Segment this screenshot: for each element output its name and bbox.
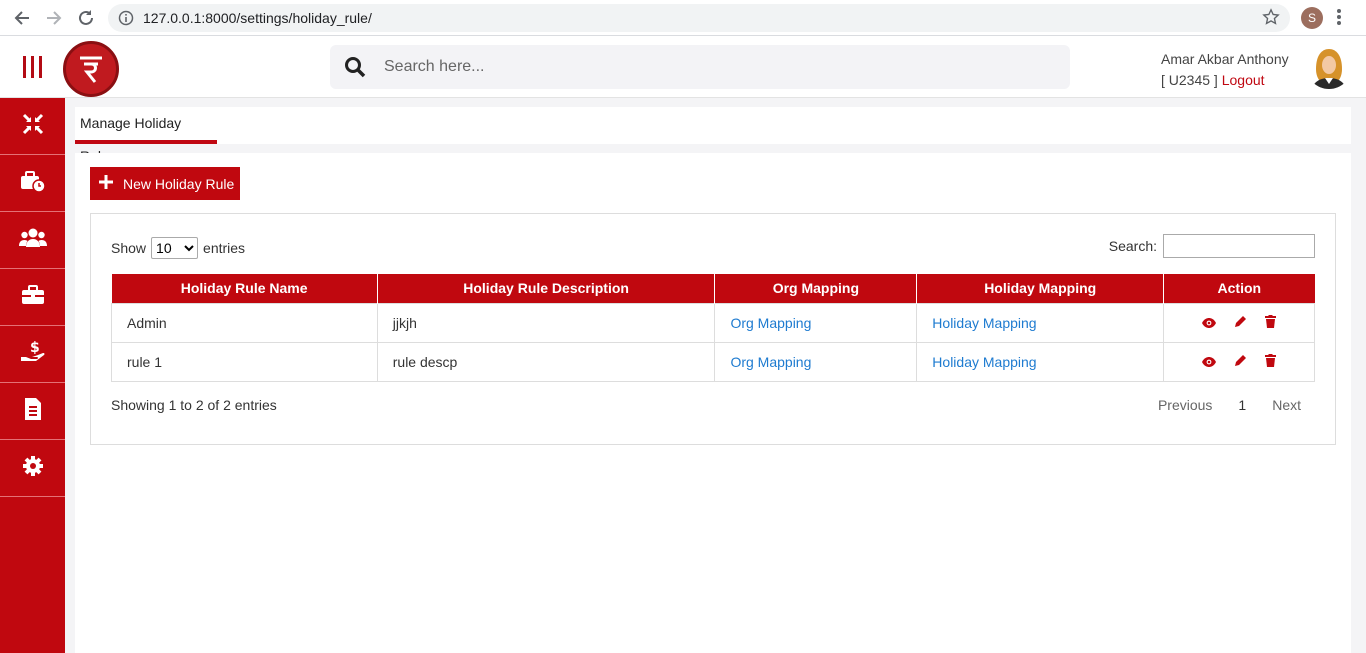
- reload-icon[interactable]: [75, 7, 97, 29]
- user-name: Amar Akbar Anthony: [1161, 51, 1289, 67]
- sidebar-item-jobs[interactable]: [0, 269, 65, 326]
- holiday-rule-table: Holiday Rule Name Holiday Rule Descripti…: [111, 274, 1315, 382]
- logout-link[interactable]: Logout: [1222, 72, 1265, 88]
- holiday-mapping-link[interactable]: Holiday Mapping: [932, 315, 1036, 331]
- app-header: Amar Akbar Anthony [ U2345 ] Logout: [0, 37, 1366, 98]
- document-icon: [23, 397, 43, 426]
- sidebar: $: [0, 98, 65, 653]
- brand-logo[interactable]: [63, 41, 119, 97]
- tab-manage-holiday-rule[interactable]: Manage Holiday Rule: [75, 107, 217, 164]
- new-holiday-rule-label: New Holiday Rule: [123, 175, 235, 192]
- hand-dollar-icon: $: [20, 339, 46, 370]
- search-icon[interactable]: [344, 56, 366, 83]
- table-search-label: Search:: [1108, 238, 1157, 254]
- holiday-mapping-link[interactable]: Holiday Mapping: [932, 354, 1036, 370]
- rule-description-cell: jjkjh: [376, 302, 716, 343]
- pagination-previous[interactable]: Previous: [1158, 397, 1212, 413]
- bookmark-star-icon[interactable]: [1262, 8, 1280, 31]
- column-header-org-mapping[interactable]: Org Mapping: [714, 274, 918, 303]
- rule-name-cell: Admin: [111, 302, 378, 343]
- entries-label: entries: [203, 240, 246, 256]
- table-row: rule 1 rule descp Org Mapping Holiday Ma…: [111, 341, 1315, 382]
- briefcase-icon: [21, 284, 45, 311]
- address-bar[interactable]: 127.0.0.1:8000/settings/holiday_rule/: [108, 4, 1290, 32]
- datatable-card: Show 10 entries Search: Holiday Rule Nam…: [90, 213, 1336, 445]
- pagination-next[interactable]: Next: [1272, 397, 1301, 413]
- info-icon[interactable]: [118, 10, 134, 31]
- org-mapping-link[interactable]: Org Mapping: [730, 354, 811, 370]
- gear-icon: [22, 455, 44, 482]
- sidebar-item-settings[interactable]: [0, 440, 65, 497]
- user-avatar[interactable]: [1306, 43, 1352, 89]
- table-search-input[interactable]: [1163, 234, 1315, 258]
- view-eye-icon[interactable]: [1202, 315, 1217, 331]
- holiday-mapping-cell: Holiday Mapping: [916, 341, 1165, 382]
- compress-arrows-icon: [21, 112, 45, 141]
- global-search: [330, 45, 1070, 89]
- table-header-row: Holiday Rule Name Holiday Rule Descripti…: [111, 274, 1315, 303]
- sidebar-item-compress[interactable]: [0, 98, 65, 155]
- delete-trash-icon[interactable]: [1264, 354, 1276, 370]
- show-label: Show: [111, 240, 147, 256]
- table-info: Showing 1 to 2 of 2 entries: [111, 397, 277, 413]
- search-input[interactable]: [384, 45, 1044, 89]
- user-code: [ U2345 ]: [1161, 72, 1218, 88]
- new-holiday-rule-button[interactable]: New Holiday Rule: [90, 167, 240, 200]
- menu-kebab-icon[interactable]: [1336, 8, 1342, 31]
- org-mapping-cell: Org Mapping: [714, 302, 918, 343]
- holiday-mapping-cell: Holiday Mapping: [916, 302, 1165, 343]
- plus-icon: [99, 175, 113, 192]
- page-size-control: Show 10 entries: [111, 237, 245, 259]
- page-size-select[interactable]: 10: [151, 237, 199, 259]
- view-eye-icon[interactable]: [1202, 354, 1217, 370]
- table-search: Search:: [1109, 234, 1315, 258]
- back-icon[interactable]: [11, 7, 33, 29]
- column-header-holiday-mapping[interactable]: Holiday Mapping: [916, 274, 1165, 303]
- column-header-action: Action: [1163, 274, 1315, 303]
- action-cell: [1163, 302, 1315, 343]
- column-header-description[interactable]: Holiday Rule Description: [377, 274, 716, 303]
- table-row: Admin jjkjh Org Mapping Holiday Mapping: [111, 302, 1315, 343]
- svg-text:$: $: [30, 340, 40, 356]
- tab-bar: Manage Holiday Rule: [75, 107, 1351, 164]
- main-content: Manage Holiday Rule New Holiday Rule Sho…: [65, 98, 1366, 653]
- org-mapping-cell: Org Mapping: [714, 341, 918, 382]
- profile-avatar[interactable]: S: [1301, 7, 1323, 29]
- column-header-name[interactable]: Holiday Rule Name: [111, 274, 378, 303]
- sidebar-item-documents[interactable]: [0, 383, 65, 440]
- sidebar-item-payroll[interactable]: $: [0, 326, 65, 383]
- content-panel: New Holiday Rule Show 10 entries Search:…: [75, 153, 1351, 653]
- rule-name-cell: rule 1: [111, 341, 378, 382]
- edit-pencil-icon[interactable]: [1234, 315, 1247, 331]
- forward-icon[interactable]: [43, 7, 65, 29]
- rule-description-cell: rule descp: [376, 341, 716, 382]
- user-info: Amar Akbar Anthony [ U2345 ] Logout: [1161, 49, 1289, 91]
- pagination: Previous 1 Next: [1158, 397, 1301, 413]
- users-icon: [18, 227, 47, 254]
- pagination-page-1[interactable]: 1: [1238, 397, 1246, 413]
- url-text: 127.0.0.1:8000/settings/holiday_rule/: [143, 10, 372, 26]
- edit-pencil-icon[interactable]: [1234, 354, 1247, 370]
- org-mapping-link[interactable]: Org Mapping: [730, 315, 811, 331]
- browser-toolbar: 127.0.0.1:8000/settings/holiday_rule/ S: [0, 0, 1366, 36]
- hamburger-menu-icon[interactable]: [23, 56, 42, 78]
- briefcase-clock-icon: [20, 169, 46, 198]
- sidebar-item-timesheet[interactable]: [0, 155, 65, 212]
- sidebar-item-users[interactable]: [0, 212, 65, 269]
- action-cell: [1163, 341, 1315, 382]
- delete-trash-icon[interactable]: [1264, 315, 1276, 331]
